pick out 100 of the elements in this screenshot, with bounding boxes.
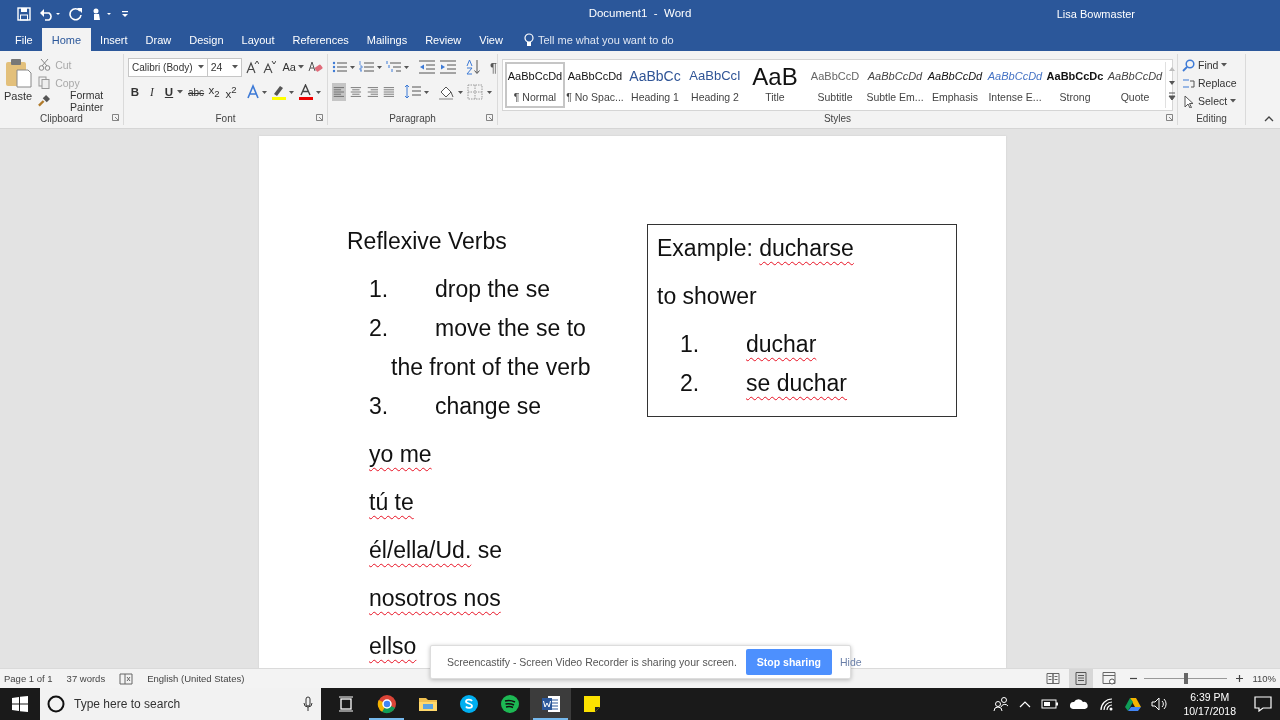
list-item: 1. drop the se — [368, 275, 551, 304]
notifications-icon[interactable] — [1254, 696, 1272, 712]
style-item[interactable]: AaBbCcDd Quote — [1105, 62, 1165, 108]
taskbar-app-button[interactable] — [530, 688, 571, 720]
hide-link[interactable]: Hide — [840, 656, 862, 668]
clipboard-icon — [4, 58, 33, 88]
style-item[interactable]: AaBbCcDd ¶ No Spac... — [565, 62, 625, 108]
grow-font-icon[interactable] — [244, 60, 259, 74]
group-label: Clipboard — [40, 112, 83, 124]
paragraph-text: Example: ducharse — [657, 234, 855, 263]
format-button[interactable]: U — [162, 86, 176, 98]
word-count[interactable]: 37 words — [66, 673, 106, 684]
zoom-level[interactable]: 110% — [1252, 673, 1276, 684]
ribbon-tab[interactable]: Mailings — [357, 28, 417, 51]
style-item[interactable]: AaB Title — [745, 62, 805, 108]
style-item[interactable]: AaBbCcDd Intense E... — [985, 62, 1045, 108]
font-color-icon[interactable] — [298, 84, 323, 100]
zoom-in-icon[interactable] — [1235, 674, 1245, 683]
style-item[interactable]: AaBbCcDd Emphasis — [925, 62, 985, 108]
dialog-launcher-icon[interactable] — [486, 114, 493, 121]
numbered-list-icon[interactable] — [359, 60, 383, 74]
multilevel-list-icon[interactable] — [386, 60, 410, 74]
ribbon-tab[interactable]: Insert — [91, 28, 137, 51]
undo-icon[interactable] — [39, 7, 61, 21]
zoom-slider[interactable] — [1144, 673, 1228, 684]
style-item[interactable]: AaBbCcDd Subtle Em... — [865, 62, 925, 108]
task-view-icon[interactable] — [337, 696, 354, 712]
ribbon-tab[interactable]: File — [6, 28, 42, 51]
save-icon[interactable] — [17, 7, 31, 21]
touch-mode-icon[interactable] — [91, 7, 113, 21]
ribbon-tab[interactable]: View — [470, 28, 512, 51]
increase-indent-icon[interactable] — [439, 60, 457, 74]
volume-icon[interactable] — [1151, 697, 1170, 711]
redo-icon[interactable] — [69, 7, 83, 21]
skype-icon — [458, 694, 479, 714]
clock-time[interactable]: 6:39 PM — [1190, 690, 1230, 704]
paragraph-text: Reflexive Verbs — [347, 227, 507, 256]
find-button[interactable]: Find — [1182, 57, 1241, 73]
style-item[interactable]: AaBbCc Heading 1 — [625, 62, 685, 108]
dialog-launcher-icon[interactable] — [1166, 114, 1173, 121]
drive-icon[interactable] — [1125, 697, 1142, 711]
dropdown-caret-icon — [231, 65, 238, 69]
paragraph-text: yo me — [368, 440, 432, 469]
list-item: 2. se duchar — [679, 369, 848, 398]
shading-icon[interactable] — [438, 84, 464, 100]
page-count[interactable]: Page 1 of 1 — [4, 673, 53, 684]
decrease-indent-icon[interactable] — [418, 60, 436, 74]
style-item[interactable]: AaBbCcDc Strong — [1045, 62, 1105, 108]
format-button[interactable]: x$_{2}$ — [207, 84, 222, 100]
select-button[interactable]: Select — [1182, 93, 1241, 109]
user-name[interactable]: Lisa Bowmaster — [1056, 8, 1135, 20]
dialog-launcher-icon[interactable] — [112, 114, 119, 121]
ribbon-tab[interactable]: Draw — [136, 28, 181, 51]
dropdown-caret-icon — [1230, 99, 1237, 103]
change-case-button[interactable]: Aa — [282, 61, 304, 73]
search-box[interactable]: Type here to search — [40, 688, 321, 720]
people-icon[interactable] — [993, 696, 1010, 712]
cloud-icon[interactable] — [1069, 698, 1090, 710]
dialog-launcher-icon[interactable] — [316, 114, 323, 121]
language-indicator[interactable]: English (United States) — [147, 673, 245, 684]
text-effects-icon[interactable] — [246, 84, 269, 100]
collapse-ribbon-icon[interactable] — [1264, 115, 1274, 122]
battery-icon[interactable] — [1041, 698, 1060, 710]
font-name-field[interactable]: Calibri (Body) — [128, 57, 208, 77]
show-formatting-button[interactable]: ¶ — [490, 59, 497, 75]
paragraph-text: nosotros nos — [368, 584, 501, 613]
search-icon — [1182, 58, 1195, 72]
proofing-icon[interactable] — [119, 672, 134, 685]
list-item: 3. change se — [368, 392, 542, 421]
sort-icon[interactable] — [465, 59, 481, 75]
windows-logo-icon[interactable] — [12, 696, 28, 712]
format-button[interactable]: abc — [188, 86, 205, 98]
line-spacing-icon[interactable] — [404, 84, 430, 100]
ribbon-tab[interactable]: Layout — [232, 28, 284, 51]
ribbon-tab[interactable]: References — [283, 28, 358, 51]
ribbon-tab[interactable]: Design — [180, 28, 233, 51]
ribbon-tab[interactable]: Review — [416, 28, 471, 51]
clear-formatting-icon[interactable] — [307, 59, 323, 75]
search-field[interactable]: Type here to search — [74, 697, 294, 711]
paragraph-text: tú te — [368, 488, 414, 517]
style-item[interactable]: AaBbCcDd ¶ Normal — [505, 62, 565, 108]
style-item[interactable]: AaBbCcD Subtitle — [805, 62, 865, 108]
style-item[interactable]: AaBbCcI Heading 2 — [685, 62, 745, 108]
replace-button[interactable]: Replace — [1182, 75, 1241, 91]
ribbon-tab[interactable]: Home — [41, 28, 92, 51]
bulleted-list-icon[interactable] — [332, 60, 356, 74]
paste-button[interactable]: Paste — [4, 57, 33, 111]
microphone-icon — [303, 696, 313, 712]
shrink-font-icon[interactable] — [261, 60, 276, 74]
zoom-slider-thumb[interactable] — [1183, 673, 1188, 684]
clock-date[interactable]: 10/17/2018 — [1183, 704, 1236, 718]
spotify-icon — [499, 694, 520, 714]
group-label: Styles — [823, 112, 852, 124]
format-button[interactable]: I — [145, 86, 159, 98]
format-button[interactable]: x$^{2}$ — [224, 84, 239, 100]
font-size-field[interactable]: 24 — [206, 57, 242, 77]
tell-me-field[interactable]: Tell me what you want to do — [537, 33, 718, 46]
format-button[interactable]: B — [128, 86, 142, 98]
highlighter-icon[interactable] — [271, 84, 296, 100]
print-layout-icon[interactable] — [1069, 669, 1094, 688]
